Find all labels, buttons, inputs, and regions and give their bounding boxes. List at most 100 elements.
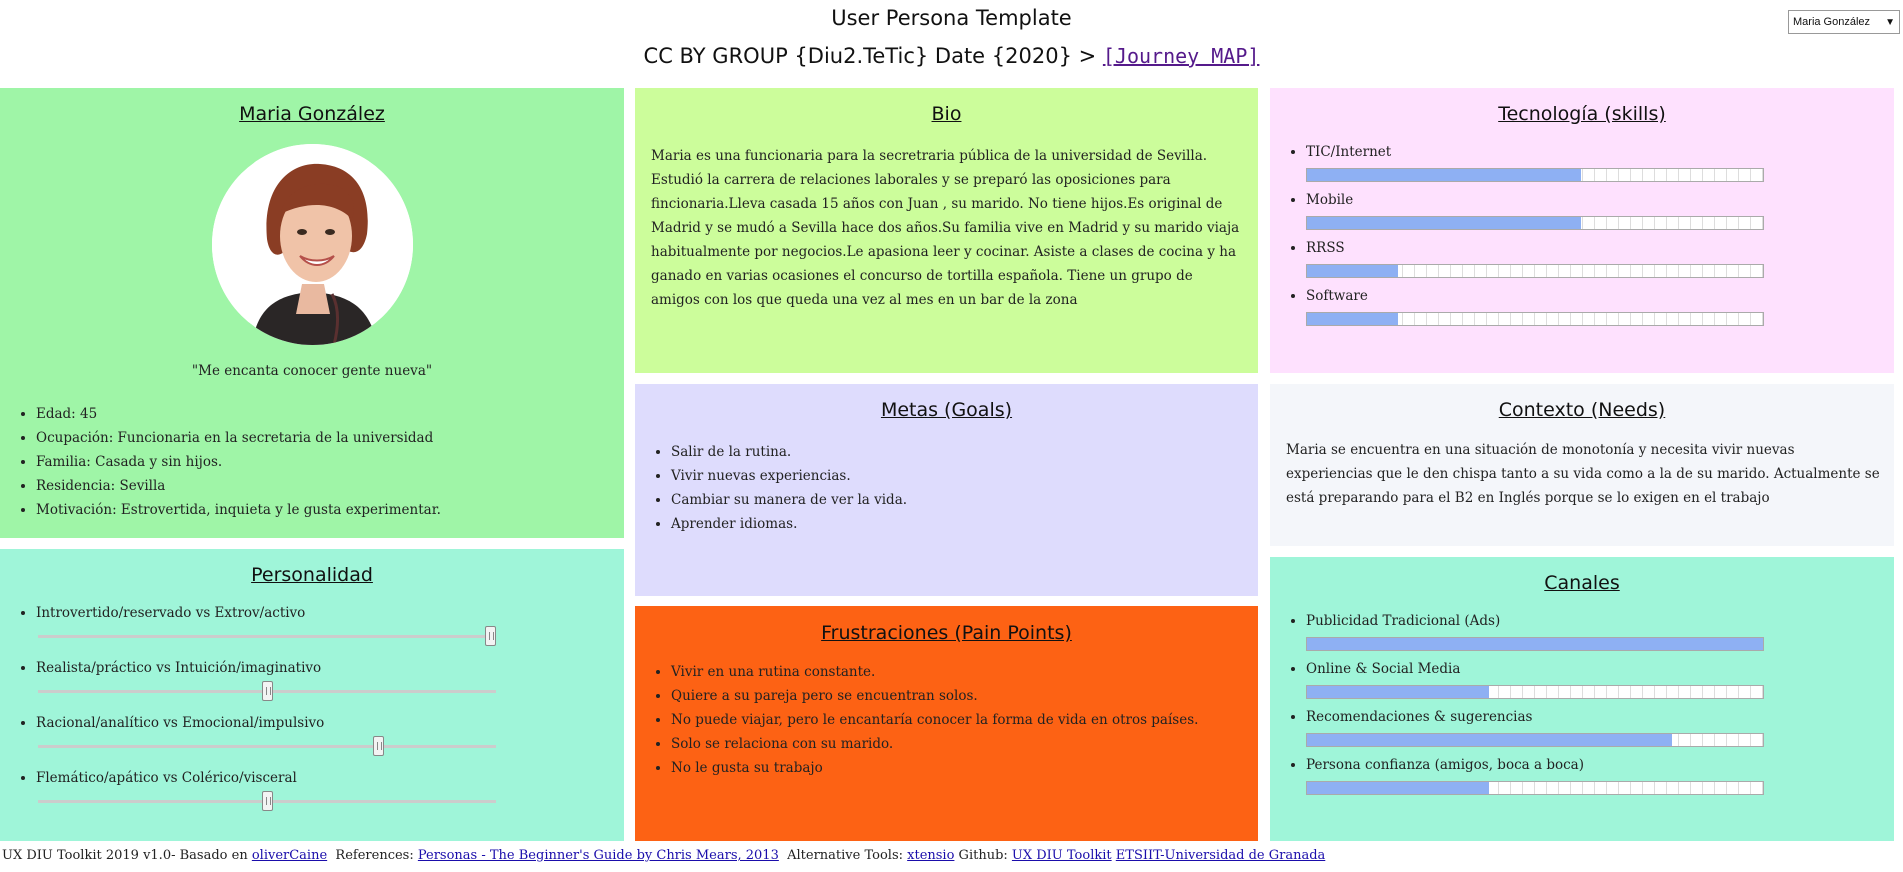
trait-label: Racional/analítico vs Emocional/impulsiv… [36,715,325,731]
trait-slider[interactable] [38,626,496,646]
footer: UX DIU Toolkit 2019 v1.0- Basado en oliv… [2,848,1902,863]
journey-map-link[interactable]: [Journey MAP] [1103,44,1260,68]
tech-item: Software [1306,288,1866,336]
skill-bar [1306,264,1764,278]
trait-label: Flemático/apático vs Colérico/visceral [36,770,297,786]
context-text: Maria se encuentra en una situación de m… [1286,442,1880,506]
fact-family: Familia: Casada y sin hijos. [36,450,441,474]
goals-list: Salir de la rutina. Vivir nuevas experie… [671,440,907,536]
skill-fill [1307,217,1581,229]
goal-item: Vivir nuevas experiencias. [671,464,907,488]
channel-label: Persona confianza (amigos, boca a boca) [1306,757,1584,773]
persona-select[interactable]: Maria González ▼ [1788,10,1900,34]
tech-item: TIC/Internet [1306,144,1866,192]
fact-occupation: Ocupación: Funcionaria en la secretaria … [36,426,441,450]
bio-text: Maria es una funcionaria para la secretr… [651,148,1240,308]
skill-fill [1307,169,1581,181]
trait-slider[interactable] [38,681,496,701]
frustrations-card: Frustraciones (Pain Points) Vivir en una… [635,606,1258,841]
tech-label: RRSS [1306,240,1345,256]
tech-label: Mobile [1306,192,1354,208]
channel-label: Recomendaciones & sugerencias [1306,709,1533,725]
persona-card: Maria González "Me encanta conocer gente… [0,88,624,538]
subtitle-text: CC BY GROUP {Diu2.TeTic} Date {2020} > [643,44,1103,68]
channels-card: Canales Publicidad Tradicional (Ads) Onl… [1270,557,1894,841]
context-card: Contexto (Needs) Maria se encuentra en u… [1270,384,1894,546]
personality-item: Realista/práctico vs Intuición/imaginati… [36,660,596,715]
context-title: Contexto (Needs) [1498,399,1666,421]
avatar [212,144,413,345]
tech-label: TIC/Internet [1306,144,1392,160]
channel-label: Publicidad Tradicional (Ads) [1306,613,1501,629]
channel-fill [1307,686,1490,698]
channel-fill [1307,638,1763,650]
trait-slider[interactable] [38,791,496,811]
tech-card: Tecnología (skills) TIC/Internet Mobile … [1270,88,1894,373]
footer-references-label: References: [327,848,418,863]
personality-card: Personalidad Introvertido/reservado vs E… [0,549,624,841]
frustration-item: Quiere a su pareja pero se encuentran so… [671,684,1198,708]
channel-item: Persona confianza (amigos, boca a boca) [1306,757,1866,805]
trait-label: Realista/práctico vs Intuición/imaginati… [36,660,322,676]
skill-bar [1306,168,1764,182]
personality-item: Introvertido/reservado vs Extrov/activo [36,605,596,660]
skill-fill [1307,265,1399,277]
channel-label: Online & Social Media [1306,661,1461,677]
ux-toolkit-link[interactable]: UX DIU Toolkit [1012,848,1112,863]
frustration-item: Vivir en una rutina constante. [671,660,1198,684]
goals-card: Metas (Goals) Salir de la rutina. Vivir … [635,384,1258,596]
slider-thumb[interactable] [485,626,496,646]
channel-fill [1307,734,1672,746]
skill-fill [1307,313,1399,325]
xtensio-link[interactable]: xtensio [907,848,954,863]
skill-bar [1306,216,1764,230]
persona-quote: "Me encanta conocer gente nueva" [191,363,433,379]
goal-item: Cambiar su manera de ver la vida. [671,488,907,512]
trait-label: Introvertido/reservado vs Extrov/activo [36,605,306,621]
channel-bar [1306,781,1764,795]
channel-bar [1306,637,1764,651]
personality-list: Introvertido/reservado vs Extrov/activo … [36,605,596,825]
chevron-down-icon: ▼ [1885,16,1895,28]
page-title: User Persona Template [831,6,1072,30]
goal-item: Aprender idiomas. [671,512,907,536]
slider-thumb[interactable] [373,736,385,756]
tech-item: RRSS [1306,240,1866,288]
persona-name: Maria González [239,103,385,125]
personality-title: Personalidad [251,564,373,586]
frustrations-title: Frustraciones (Pain Points) [821,622,1072,644]
personas-guide-link[interactable]: Personas - The Beginner's Guide by Chris… [418,848,779,863]
channel-bar [1306,685,1764,699]
tech-title: Tecnología (skills) [1498,103,1666,125]
footer-github-label: Github: [954,848,1012,863]
slider-thumb[interactable] [261,681,273,701]
olivercaine-link[interactable]: oliverCaine [252,848,327,863]
slider-thumb[interactable] [261,791,273,811]
trait-slider[interactable] [38,736,496,756]
channel-bar [1306,733,1764,747]
page-subtitle: CC BY GROUP {Diu2.TeTic} Date {2020} > [… [0,44,1903,68]
frustrations-list: Vivir en una rutina constante. Quiere a … [671,660,1198,780]
persona-facts: Edad: 45 Ocupación: Funcionaria en la se… [36,402,441,522]
skill-bar [1306,312,1764,326]
frustration-item: No puede viajar, pero le encantaría cono… [671,708,1198,732]
personality-item: Racional/analítico vs Emocional/impulsiv… [36,715,596,770]
tech-label: Software [1306,288,1368,304]
goals-title: Metas (Goals) [880,399,1013,421]
bio-card: Bio Maria es una funcionaria para la sec… [635,88,1258,373]
channels-list: Publicidad Tradicional (Ads) Online & So… [1306,613,1866,805]
bio-title: Bio [931,103,962,125]
goal-item: Salir de la rutina. [671,440,907,464]
channels-title: Canales [1544,572,1620,594]
persona-select-value: Maria González [1793,16,1871,28]
footer-alt-tools-label: Alternative Tools: [778,848,908,863]
fact-age: Edad: 45 [36,402,441,426]
frustration-item: No le gusta su trabajo [671,756,1198,780]
personality-item: Flemático/apático vs Colérico/visceral [36,770,596,825]
channel-fill [1307,782,1490,794]
fact-residence: Residencia: Sevilla [36,474,441,498]
channel-item: Publicidad Tradicional (Ads) [1306,613,1866,661]
tech-list: TIC/Internet Mobile RRSS Software [1306,144,1866,336]
etsiit-link[interactable]: ETSIIT-Universidad de Granada [1116,848,1326,863]
channel-item: Recomendaciones & sugerencias [1306,709,1866,757]
